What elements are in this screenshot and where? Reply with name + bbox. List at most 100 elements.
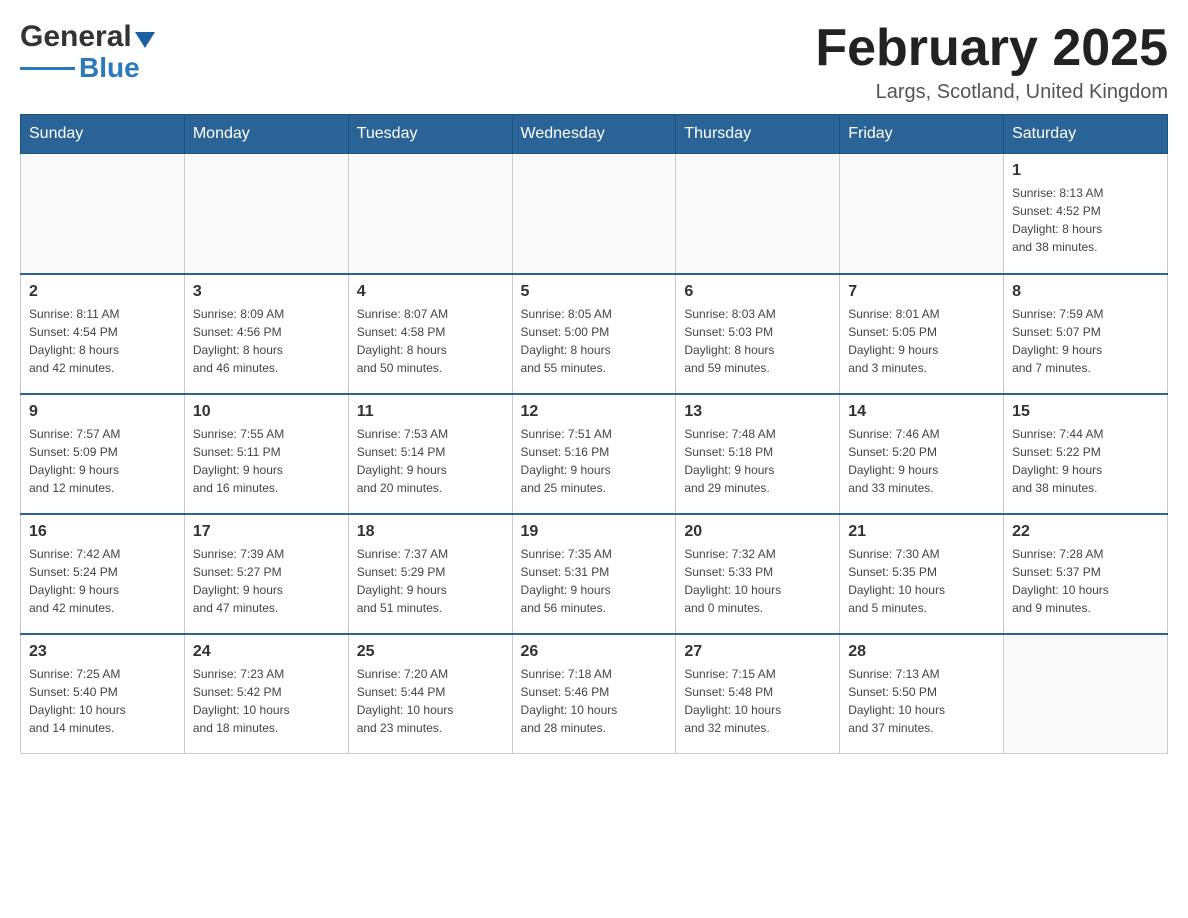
- header-monday: Monday: [184, 115, 348, 154]
- day-info: Sunrise: 7:15 AM Sunset: 5:48 PM Dayligh…: [684, 665, 831, 737]
- calendar-week-row: 16Sunrise: 7:42 AM Sunset: 5:24 PM Dayli…: [21, 514, 1168, 634]
- day-number: 20: [684, 523, 831, 541]
- day-info: Sunrise: 8:13 AM Sunset: 4:52 PM Dayligh…: [1012, 184, 1159, 256]
- table-row: 8 Sunrise: 7:59 AM Sunset: 5:07 PM Daylig…: [1004, 274, 1168, 394]
- day-info: Sunrise: 7:37 AM Sunset: 5:29 PM Dayligh…: [357, 545, 504, 617]
- day-info: Sunrise: 7:44 AM Sunset: 5:22 PM Dayligh…: [1012, 425, 1159, 497]
- table-row: [184, 154, 348, 274]
- table-row: 7 Sunrise: 8:01 AM Sunset: 5:05 PM Daylig…: [840, 274, 1004, 394]
- day-info: Sunrise: 8:01 AM Sunset: 5:05 PM Dayligh…: [848, 305, 995, 377]
- day-number: 3: [193, 283, 340, 301]
- table-row: 2 Sunrise: 8:11 AM Sunset: 4:54 PM Daylig…: [21, 274, 185, 394]
- logo-general-text: General: [20, 20, 132, 54]
- page-header: General Blue February 2025 Largs, Scotla…: [20, 20, 1168, 104]
- day-number: 4: [357, 283, 504, 301]
- calendar-week-row: 9 Sunrise: 7:57 AM Sunset: 5:09 PM Daylig…: [21, 394, 1168, 514]
- day-number: 21: [848, 523, 995, 541]
- day-number: 8: [1012, 283, 1159, 301]
- day-info: Sunrise: 7:18 AM Sunset: 5:46 PM Dayligh…: [521, 665, 668, 737]
- day-info: Sunrise: 7:20 AM Sunset: 5:44 PM Dayligh…: [357, 665, 504, 737]
- logo-blue-text: Blue: [79, 52, 140, 84]
- table-row: 19 Sunrise: 7:35 AM Sunset: 5:31 PM Dayli…: [512, 514, 676, 634]
- table-row: [1004, 634, 1168, 754]
- calendar-week-row: 2 Sunrise: 8:11 AM Sunset: 4:54 PM Daylig…: [21, 274, 1168, 394]
- logo: General Blue: [20, 20, 155, 84]
- table-row: [348, 154, 512, 274]
- day-info: Sunrise: 7:57 AM Sunset: 5:09 PM Dayligh…: [29, 425, 176, 497]
- day-info: Sunrise: 7:42 AM Sunset: 5:24 PM Dayligh…: [29, 545, 176, 617]
- table-row: 16Sunrise: 7:42 AM Sunset: 5:24 PM Dayli…: [21, 514, 185, 634]
- day-info: Sunrise: 7:28 AM Sunset: 5:37 PM Dayligh…: [1012, 545, 1159, 617]
- day-number: 24: [193, 643, 340, 661]
- header-wednesday: Wednesday: [512, 115, 676, 154]
- day-info: Sunrise: 7:30 AM Sunset: 5:35 PM Dayligh…: [848, 545, 995, 617]
- day-number: 13: [684, 403, 831, 421]
- day-number: 10: [193, 403, 340, 421]
- day-number: 12: [521, 403, 668, 421]
- day-number: 7: [848, 283, 995, 301]
- calendar-week-row: 23Sunrise: 7:25 AM Sunset: 5:40 PM Dayli…: [21, 634, 1168, 754]
- day-info: Sunrise: 7:51 AM Sunset: 5:16 PM Dayligh…: [521, 425, 668, 497]
- day-number: 19: [521, 523, 668, 541]
- location-subtitle: Largs, Scotland, United Kingdom: [815, 81, 1168, 104]
- day-info: Sunrise: 7:59 AM Sunset: 5:07 PM Dayligh…: [1012, 305, 1159, 377]
- day-info: Sunrise: 7:13 AM Sunset: 5:50 PM Dayligh…: [848, 665, 995, 737]
- table-row: 1 Sunrise: 8:13 AM Sunset: 4:52 PM Daylig…: [1004, 154, 1168, 274]
- table-row: [512, 154, 676, 274]
- day-number: 2: [29, 283, 176, 301]
- table-row: [840, 154, 1004, 274]
- header-friday: Friday: [840, 115, 1004, 154]
- logo-triangle-icon: [135, 32, 155, 48]
- day-number: 22: [1012, 523, 1159, 541]
- table-row: 17 Sunrise: 7:39 AM Sunset: 5:27 PM Dayli…: [184, 514, 348, 634]
- day-number: 11: [357, 403, 504, 421]
- logo-line: [20, 67, 75, 70]
- day-info: Sunrise: 8:09 AM Sunset: 4:56 PM Dayligh…: [193, 305, 340, 377]
- table-row: 10 Sunrise: 7:55 AM Sunset: 5:11 PM Dayli…: [184, 394, 348, 514]
- table-row: 25Sunrise: 7:20 AM Sunset: 5:44 PM Dayli…: [348, 634, 512, 754]
- calendar-table: Sunday Monday Tuesday Wednesday Thursday…: [20, 114, 1168, 754]
- table-row: [21, 154, 185, 274]
- day-info: Sunrise: 7:53 AM Sunset: 5:14 PM Dayligh…: [357, 425, 504, 497]
- table-row: 14Sunrise: 7:46 AM Sunset: 5:20 PM Dayli…: [840, 394, 1004, 514]
- table-row: 20 Sunrise: 7:32 AM Sunset: 5:33 PM Dayli…: [676, 514, 840, 634]
- day-number: 5: [521, 283, 668, 301]
- day-number: 14: [848, 403, 995, 421]
- day-info: Sunrise: 8:11 AM Sunset: 4:54 PM Dayligh…: [29, 305, 176, 377]
- day-info: Sunrise: 7:35 AM Sunset: 5:31 PM Dayligh…: [521, 545, 668, 617]
- day-info: Sunrise: 7:25 AM Sunset: 5:40 PM Dayligh…: [29, 665, 176, 737]
- calendar-week-row: 1 Sunrise: 8:13 AM Sunset: 4:52 PM Daylig…: [21, 154, 1168, 274]
- day-info: Sunrise: 8:03 AM Sunset: 5:03 PM Dayligh…: [684, 305, 831, 377]
- table-row: 18 Sunrise: 7:37 AM Sunset: 5:29 PM Dayli…: [348, 514, 512, 634]
- table-row: 24 Sunrise: 7:23 AM Sunset: 5:42 PM Dayli…: [184, 634, 348, 754]
- table-row: 6Sunrise: 8:03 AM Sunset: 5:03 PM Daylig…: [676, 274, 840, 394]
- table-row: 21 Sunrise: 7:30 AM Sunset: 5:35 PM Dayli…: [840, 514, 1004, 634]
- table-row: 22 Sunrise: 7:28 AM Sunset: 5:37 PM Dayli…: [1004, 514, 1168, 634]
- day-info: Sunrise: 7:23 AM Sunset: 5:42 PM Dayligh…: [193, 665, 340, 737]
- table-row: [676, 154, 840, 274]
- header-tuesday: Tuesday: [348, 115, 512, 154]
- table-row: 3 Sunrise: 8:09 AM Sunset: 4:56 PM Daylig…: [184, 274, 348, 394]
- table-row: 13 Sunrise: 7:48 AM Sunset: 5:18 PM Dayli…: [676, 394, 840, 514]
- day-info: Sunrise: 7:32 AM Sunset: 5:33 PM Dayligh…: [684, 545, 831, 617]
- table-row: 9 Sunrise: 7:57 AM Sunset: 5:09 PM Daylig…: [21, 394, 185, 514]
- month-title: February 2025: [815, 20, 1168, 77]
- day-number: 27: [684, 643, 831, 661]
- day-info: Sunrise: 7:39 AM Sunset: 5:27 PM Dayligh…: [193, 545, 340, 617]
- table-row: 28 Sunrise: 7:13 AM Sunset: 5:50 PM Dayli…: [840, 634, 1004, 754]
- day-info: Sunrise: 8:07 AM Sunset: 4:58 PM Dayligh…: [357, 305, 504, 377]
- day-number: 28: [848, 643, 995, 661]
- day-number: 26: [521, 643, 668, 661]
- table-row: 27 Sunrise: 7:15 AM Sunset: 5:48 PM Dayli…: [676, 634, 840, 754]
- day-info: Sunrise: 7:55 AM Sunset: 5:11 PM Dayligh…: [193, 425, 340, 497]
- calendar-header-row: Sunday Monday Tuesday Wednesday Thursday…: [21, 115, 1168, 154]
- day-info: Sunrise: 7:48 AM Sunset: 5:18 PM Dayligh…: [684, 425, 831, 497]
- table-row: 5Sunrise: 8:05 AM Sunset: 5:00 PM Daylig…: [512, 274, 676, 394]
- day-number: 9: [29, 403, 176, 421]
- table-row: 4 Sunrise: 8:07 AM Sunset: 4:58 PM Daylig…: [348, 274, 512, 394]
- table-row: 12 Sunrise: 7:51 AM Sunset: 5:16 PM Dayli…: [512, 394, 676, 514]
- day-number: 18: [357, 523, 504, 541]
- day-number: 1: [1012, 162, 1159, 180]
- day-number: 17: [193, 523, 340, 541]
- table-row: 11 Sunrise: 7:53 AM Sunset: 5:14 PM Dayli…: [348, 394, 512, 514]
